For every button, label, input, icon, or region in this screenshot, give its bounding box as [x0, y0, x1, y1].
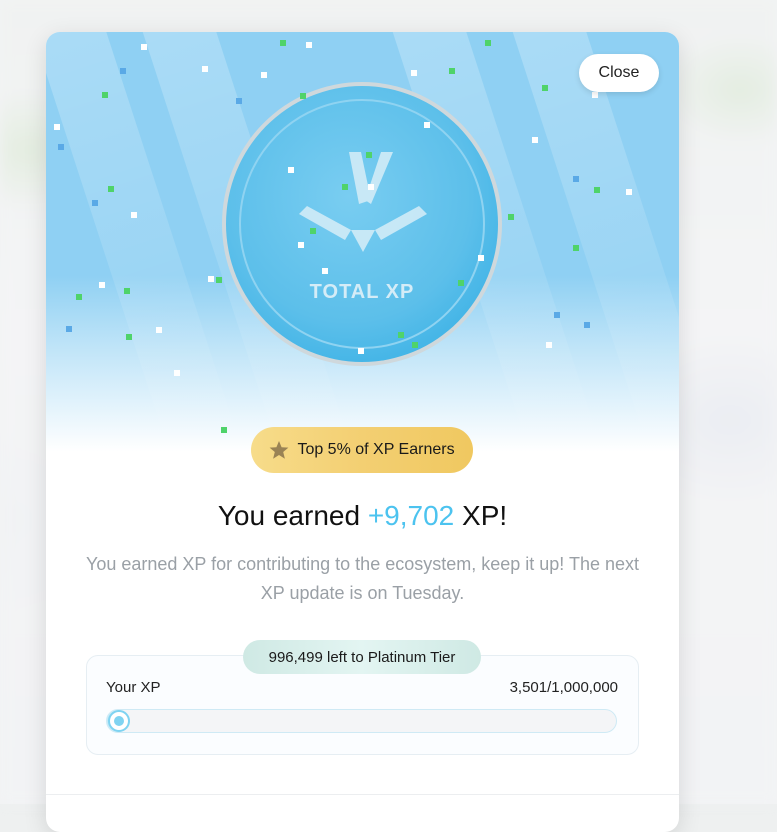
- badge-label: Top 5% of XP Earners: [297, 441, 455, 458]
- tier-remaining-pill: 996,499 left to Platinum Tier: [243, 640, 481, 674]
- divider: [46, 794, 679, 795]
- close-button[interactable]: Close: [579, 54, 659, 92]
- xp-earned-headline: You earned +9,702 XP!: [46, 500, 679, 532]
- xp-progress-bar: [106, 709, 617, 733]
- hero-banner: TOTAL XP: [46, 32, 679, 452]
- headline-suffix: XP!: [462, 500, 508, 531]
- progress-knob-icon: [108, 710, 130, 732]
- xp-description: You earned XP for contributing to the ec…: [85, 554, 640, 603]
- top-earners-badge: Top 5% of XP Earners: [251, 427, 473, 473]
- your-xp-label: Your XP: [106, 679, 161, 696]
- confetti: [54, 40, 632, 433]
- star-icon: [270, 441, 289, 459]
- headline-prefix: You earned: [217, 500, 361, 531]
- xp-amount: +9,702: [367, 500, 455, 531]
- xp-value: 3,501/1,000,000: [509, 679, 618, 696]
- xp-earned-modal: TOTAL XP Close Top 5% of XP Earners You …: [46, 32, 679, 832]
